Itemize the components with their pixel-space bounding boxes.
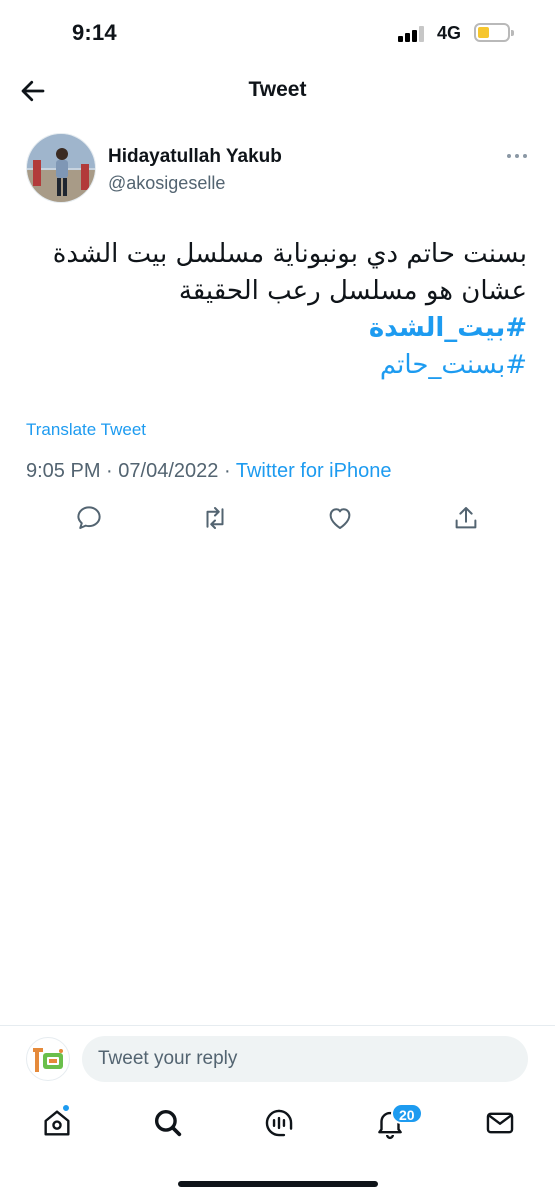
status-bar: 9:14 4G (0, 0, 555, 66)
network-label: 4G (437, 23, 462, 43)
meta-separator: · (106, 460, 113, 482)
spaces-icon[interactable] (262, 1106, 296, 1140)
retweet-icon[interactable] (200, 503, 230, 533)
tweet-meta: 9:05 PM · 07/04/2022 · Twitter for iPhon… (26, 460, 391, 483)
tweet-date: 07/04/2022 (118, 460, 219, 482)
search-icon[interactable] (151, 1106, 185, 1140)
notification-badge: 20 (391, 1103, 423, 1124)
signal-icon (398, 26, 428, 42)
home-icon[interactable] (40, 1106, 74, 1140)
tweet-time: 9:05 PM (26, 460, 101, 482)
home-indicator (178, 1181, 378, 1187)
reply-input[interactable] (82, 1036, 528, 1082)
reply-icon[interactable] (74, 503, 104, 533)
tweet-text-line: عشان هو مسلسل رعب الحقيقة (178, 276, 527, 306)
hashtag-link[interactable]: #بيت_الشدة (17, 310, 527, 347)
more-options-icon[interactable] (505, 150, 529, 162)
battery-icon (474, 23, 514, 42)
author-name[interactable]: Hidayatullah Yakub (108, 146, 282, 168)
avatar (26, 1037, 70, 1081)
avatar[interactable] (26, 133, 96, 203)
like-icon[interactable] (325, 503, 355, 533)
hashtag-link[interactable]: #بسنت_حاتم (17, 347, 527, 384)
translate-tweet-link[interactable]: Translate Tweet (26, 420, 146, 440)
bottom-nav (0, 1098, 555, 1158)
top-bar: Tweet (0, 66, 555, 114)
messages-icon[interactable] (483, 1106, 517, 1140)
meta-separator: · (223, 460, 231, 482)
tweet-source-link[interactable]: Twitter for iPhone (236, 460, 392, 482)
page-title: Tweet (248, 78, 307, 101)
composer-divider (0, 1025, 555, 1026)
tweet-text-line: بسنت حاتم دي بونبوناية مسلسل بيت الشدة (52, 239, 527, 269)
tweet-actions (0, 503, 555, 535)
new-content-dot (62, 1104, 70, 1112)
status-time: 9:14 (72, 20, 117, 45)
share-icon[interactable] (451, 503, 481, 533)
author-handle[interactable]: @akosigeselle (108, 173, 225, 194)
battery-level (478, 27, 489, 38)
tweet-text: بسنت حاتم دي بونبوناية مسلسل بيت الشدة ع… (17, 236, 527, 384)
